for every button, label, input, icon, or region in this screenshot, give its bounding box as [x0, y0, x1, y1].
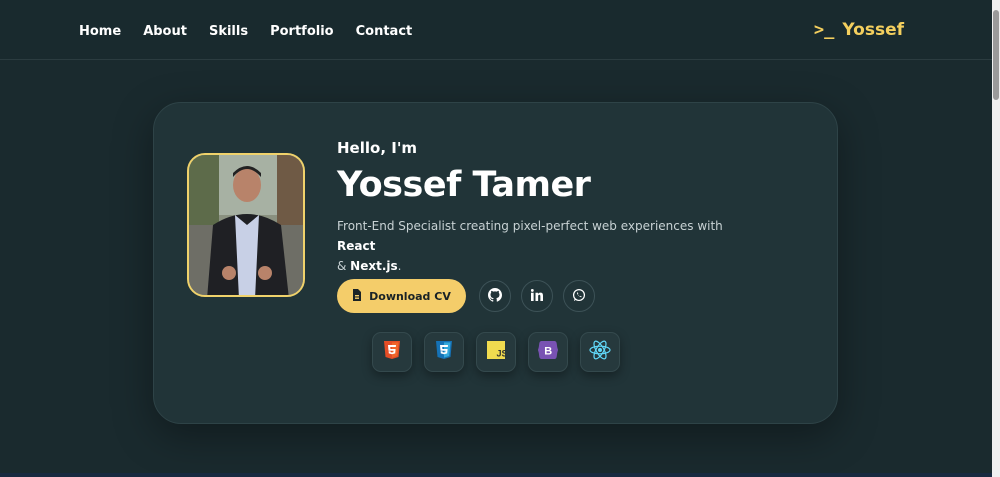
navbar: Home About Skills Portfolio Contact >_ Y…: [0, 0, 992, 60]
tech-nextjs-label: Next.js: [350, 259, 398, 273]
tech-react: [580, 332, 620, 372]
nav-skills[interactable]: Skills: [209, 24, 248, 39]
react-icon: [589, 340, 611, 364]
github-button[interactable]: [479, 280, 511, 312]
scrollbar[interactable]: [992, 0, 1000, 477]
description-text-mid: &: [337, 259, 351, 273]
greeting: Hello, I'm: [337, 139, 418, 157]
nav-contact[interactable]: Contact: [356, 24, 413, 39]
download-cv-label: Download CV: [369, 289, 451, 303]
terminal-icon: >_: [813, 20, 835, 40]
tech-html5: [372, 332, 412, 372]
html5-icon: [384, 341, 400, 363]
css3-icon: [436, 341, 452, 363]
github-icon: [488, 287, 502, 305]
logo[interactable]: >_ Yossef: [814, 20, 904, 40]
main-nav: Home About Skills Portfolio Contact: [79, 24, 434, 39]
profile-photo: [187, 153, 305, 297]
hero-description: Front-End Specialist creating pixel-perf…: [337, 216, 737, 276]
whatsapp-icon: [572, 288, 586, 305]
nav-portfolio[interactable]: Portfolio: [270, 24, 334, 39]
svg-text:JS: JS: [497, 349, 506, 359]
tech-javascript: JS: [476, 332, 516, 372]
logo-text: Yossef: [842, 20, 904, 40]
page-bottom-edge: [0, 473, 992, 477]
download-cv-button[interactable]: Download CV: [337, 279, 466, 313]
nav-home[interactable]: Home: [79, 24, 121, 39]
nav-about[interactable]: About: [143, 24, 187, 39]
linkedin-button[interactable]: [521, 280, 553, 312]
javascript-icon: JS: [487, 341, 508, 363]
tech-css3: [424, 332, 464, 372]
hero-card: Hello, I'm Yossef Tamer Front-End Specia…: [153, 102, 838, 424]
description-text-end: .: [397, 259, 402, 273]
whatsapp-button[interactable]: [563, 280, 595, 312]
tech-react-label: React: [337, 239, 376, 253]
file-download-icon: [352, 288, 362, 304]
svg-text:B: B: [544, 346, 552, 358]
linkedin-icon: [530, 288, 543, 304]
description-text: Front-End Specialist creating pixel-perf…: [337, 219, 723, 233]
bootstrap-icon: B: [538, 341, 558, 363]
hero-name: Yossef Tamer: [337, 165, 591, 205]
scrollbar-thumb[interactable]: [993, 10, 999, 100]
tech-bootstrap: B: [528, 332, 568, 372]
